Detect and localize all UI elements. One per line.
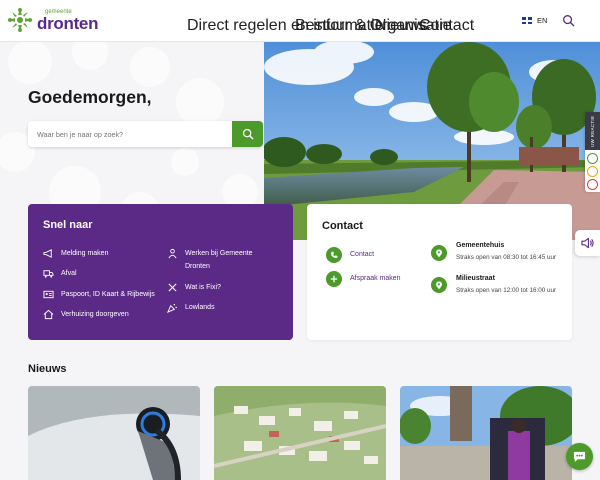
quick-link-label: Lowlands <box>185 304 215 311</box>
id-card-icon <box>43 290 54 299</box>
read-aloud-button[interactable] <box>575 230 600 256</box>
quick-link-werken[interactable]: Werken bij Gemeente Dronten <box>167 247 253 273</box>
opening-hours: Straks open van 08:30 tot 16:45 uur <box>456 254 557 261</box>
feedback-label: UW REACTIE <box>585 112 600 150</box>
quick-link-melding[interactable]: Melding maken <box>43 247 108 260</box>
search-icon[interactable] <box>562 14 575 27</box>
chat-button[interactable] <box>566 443 593 470</box>
logo-flower-icon <box>8 8 32 32</box>
quick-links-panel: Snel naar Melding maken Afval Paspoort, … <box>28 204 293 340</box>
quick-link-label: Verhuizing doorgeven <box>61 311 129 318</box>
search-input[interactable] <box>37 121 227 147</box>
search-button[interactable] <box>232 121 263 147</box>
quick-link-lowlands[interactable]: Lowlands <box>167 301 215 314</box>
plus-icon <box>326 271 342 287</box>
quick-link-label: Paspoort, ID Kaart & Rijbewijs <box>61 291 155 298</box>
house-icon <box>43 309 54 320</box>
housing-development-image <box>214 386 386 480</box>
quick-links-title: Snel naar <box>43 219 93 231</box>
truck-icon <box>43 270 54 278</box>
language-switch[interactable]: EN <box>522 16 547 25</box>
opening-hours: Straks open van 12:00 tot 16:00 uur <box>456 287 557 294</box>
happy-face-icon[interactable] <box>587 153 598 164</box>
greeting-heading: Goedemorgen, <box>28 87 152 107</box>
quick-link-paspoort[interactable]: Paspoort, ID Kaart & Rijbewijs <box>43 288 155 301</box>
nav-label: Contact <box>419 17 475 34</box>
quick-link-label: Melding maken <box>61 250 109 257</box>
quick-link-afval[interactable]: Afval <box>43 267 77 280</box>
neutral-face-icon[interactable] <box>587 166 598 177</box>
nav-contact[interactable]: Contact <box>419 17 474 35</box>
party-icon <box>167 304 177 313</box>
quick-link-fixi[interactable]: Wat is Fixi? <box>167 281 221 294</box>
megaphone-icon <box>43 249 52 258</box>
quick-link-label: Wat is Fixi? <box>185 284 221 291</box>
uk-flag-icon <box>522 17 532 24</box>
person-icon <box>168 248 177 259</box>
news-card-city-center[interactable] <box>400 386 572 480</box>
contact-title: Contact <box>322 220 363 232</box>
location-pin-icon <box>431 277 447 293</box>
city-square-image <box>400 386 572 480</box>
news-heading: Nieuws <box>28 363 67 375</box>
site-header: gemeente dronten Direct regelen en infor… <box>0 0 600 42</box>
dronten-logo[interactable]: gemeente dronten <box>7 6 107 34</box>
contact-link[interactable]: Contact <box>350 251 374 258</box>
sad-face-icon[interactable] <box>587 179 598 190</box>
ev-charger-image <box>28 386 200 480</box>
speaker-icon <box>581 237 594 249</box>
quick-link-verhuizing[interactable]: Verhuizing doorgeven <box>43 308 129 321</box>
chat-bubble-icon <box>573 451 586 463</box>
feedback-widget[interactable]: UW REACTIE <box>585 112 600 192</box>
quick-link-label: Werken bij Gemeente Dronten <box>185 250 253 270</box>
news-card-ev-charger[interactable] <box>28 386 200 480</box>
logo-title: dronten <box>37 13 99 33</box>
appointment-link[interactable]: Afspraak maken <box>350 275 401 282</box>
quick-link-label: Afval <box>61 270 77 277</box>
contact-panel: Contact Contact Afspraak maken Gemeenteh… <box>307 204 572 340</box>
search-icon <box>242 128 253 140</box>
location-name: Milieustraat <box>456 275 495 282</box>
hero-search-box <box>28 121 263 147</box>
location-pin-icon <box>431 245 447 261</box>
language-label: EN <box>537 16 548 25</box>
phone-icon <box>326 247 342 263</box>
news-card-housing-plan[interactable] <box>214 386 386 480</box>
tools-icon <box>168 283 177 292</box>
location-name: Gemeentehuis <box>456 242 505 249</box>
